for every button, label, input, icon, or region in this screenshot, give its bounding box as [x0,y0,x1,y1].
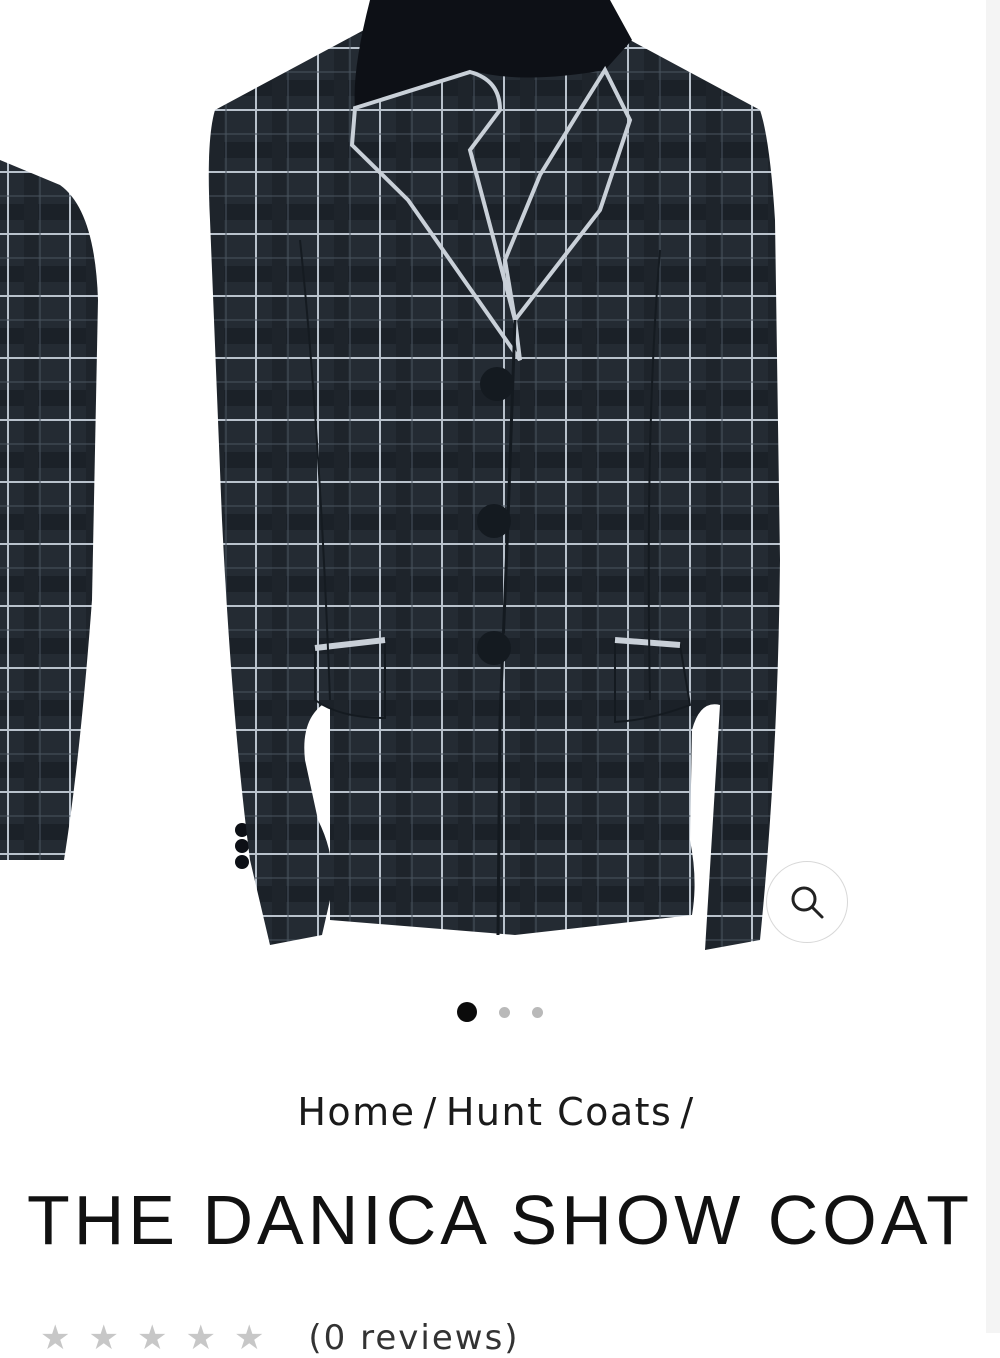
product-photo [0,0,780,950]
product-rating[interactable]: ★ ★ ★ ★ ★ (0 reviews) [40,1318,520,1358]
star-icon: ★ [136,1318,168,1358]
review-count[interactable]: (0 reviews) [308,1318,519,1358]
gallery-pagination [0,1000,1000,1024]
breadcrumb-separator: / [423,1090,438,1134]
star-icon: ★ [185,1318,216,1358]
star-icon: ★ [40,1318,71,1358]
product-image-gallery[interactable] [0,0,1000,990]
breadcrumb-separator: / [680,1090,695,1134]
star-icon: ★ [233,1318,265,1358]
breadcrumb-category-link[interactable]: Hunt Coats [446,1090,673,1134]
gallery-dot-2[interactable] [499,1006,510,1018]
star-icon: ★ [88,1318,119,1358]
gallery-dot-1[interactable] [457,1002,477,1022]
zoom-button[interactable] [766,861,848,943]
gallery-dot-3[interactable] [532,1006,543,1018]
breadcrumb-home-link[interactable]: Home [297,1090,415,1134]
product-title: THE DANICA SHOW COAT [27,1181,973,1259]
breadcrumb: Home / Hunt Coats / [0,1090,1000,1134]
search-icon [791,886,824,919]
